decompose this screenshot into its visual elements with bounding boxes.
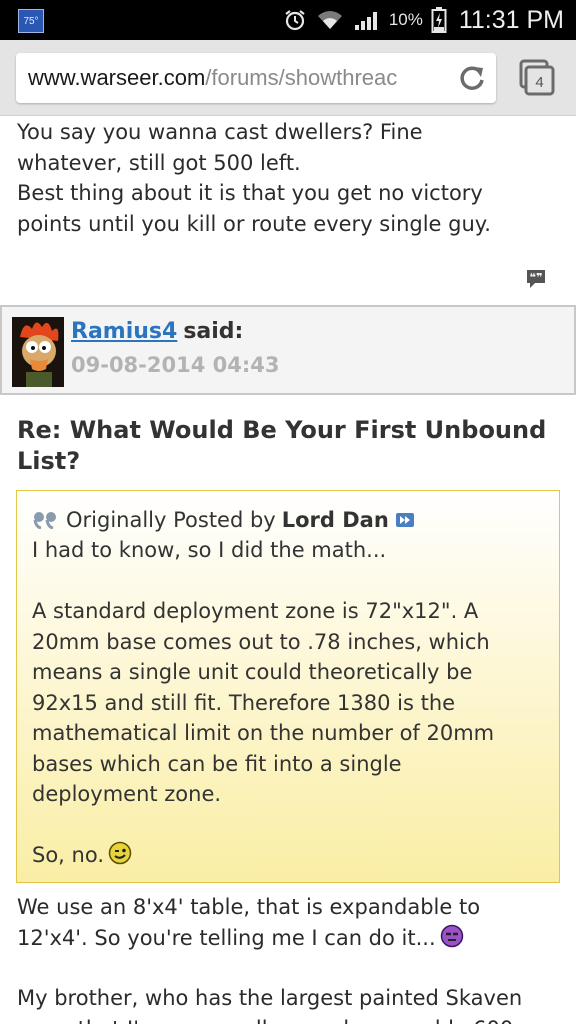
quote-line: [32, 566, 542, 597]
quote-reply-icon[interactable]: ❝❞: [524, 267, 548, 291]
page-content: You say you wanna cast dwellers? Fine wh…: [0, 117, 576, 1024]
url-text[interactable]: www.warseer.com/forums/showthreac: [28, 65, 448, 91]
quote-author: Lord Dan: [281, 508, 389, 532]
wink-smiley-icon: [108, 841, 132, 874]
quote-line: bases which can be fit into a single: [32, 751, 402, 776]
text-line: army that I've personally seen has rough…: [17, 1014, 562, 1024]
purple-smiley-icon: [440, 924, 464, 957]
quote-line: mathematical limit on the number of 20mm: [32, 721, 495, 745]
battery-percent: 10%: [388, 10, 423, 29]
quote-line: I had to know, so I did the math...: [32, 538, 387, 562]
weather-badge: 75°: [18, 9, 44, 33]
text-line: Best thing about it is that you get no v…: [17, 181, 483, 205]
quote-line: means a single unit could theoretically …: [32, 660, 473, 684]
address-bar[interactable]: www.warseer.com/forums/showthreac: [16, 53, 496, 103]
text-line: 12'x4'. So you're telling me I can do it…: [17, 923, 562, 957]
quote-line: deployment zone.: [32, 782, 222, 806]
post-date: 09-08-2014 04:43: [71, 353, 280, 377]
tab-count: 4: [535, 74, 543, 91]
text-line-content: 12'x4'. So you're telling me I can do it…: [17, 925, 436, 950]
quote-line: So, no.: [32, 843, 104, 867]
quote-last-line: So, no.: [32, 840, 542, 874]
quote-marks-icon: [32, 511, 58, 529]
tabs-button[interactable]: 4: [518, 58, 556, 96]
text-line: points until you kill or route every sin…: [17, 211, 491, 236]
browser-toolbar: www.warseer.com/forums/showthreac 4: [0, 40, 576, 116]
signal-icon: [353, 8, 381, 32]
quote-line: [32, 810, 542, 841]
avatar[interactable]: [12, 317, 64, 387]
view-post-icon[interactable]: [395, 512, 415, 528]
status-bar: 75° 10% 11:31 PM: [0, 0, 576, 40]
quote-header: Originally Posted by Lord Dan: [32, 505, 542, 535]
previous-post-text: You say you wanna cast dwellers? Fine wh…: [17, 117, 562, 239]
reply-text: We use an 8'x4' table, that is expandabl…: [17, 892, 562, 956]
text-line: You say you wanna cast dwellers? Fine: [17, 120, 423, 144]
clock: 11:31 PM: [458, 5, 564, 34]
title-line: List?: [17, 447, 81, 475]
title-line: Re: What Would Be Your First Unbound: [17, 416, 547, 444]
battery-charging-icon: [431, 6, 447, 34]
quote-prefix: Originally Posted by: [66, 508, 276, 532]
url-domain: www.warseer.com: [28, 65, 206, 90]
alarm-icon: [283, 8, 307, 32]
quote-line: A standard deployment zone is 72"x12". A: [32, 599, 479, 623]
reload-icon[interactable]: [456, 62, 488, 94]
quote-line: 92x15 and still fit. Therefore 1380 is t…: [32, 690, 456, 715]
url-path: /forums/showthreac: [205, 65, 398, 90]
text-line: My brother, who has the largest painted …: [17, 986, 523, 1010]
next-paragraph: My brother, who has the largest painted …: [17, 983, 562, 1024]
quote-line: 20mm base comes out to .78 inches, which: [32, 629, 490, 654]
author-link[interactable]: Ramius4: [71, 319, 177, 344]
said-label: said:: [183, 319, 244, 344]
quote-block: Originally Posted by Lord Dan I had to k…: [16, 490, 560, 883]
post-title: Re: What Would Be Your First Unbound Lis…: [17, 415, 562, 477]
wifi-icon: [315, 8, 345, 32]
text-line: We use an 8'x4' table, that is expandabl…: [17, 895, 481, 919]
post-author: Ramius4 said:: [71, 319, 243, 344]
status-icons: 10% 11:31 PM: [283, 0, 564, 40]
post-header: Ramius4 said: 09-08-2014 04:43: [0, 305, 576, 395]
text-line: whatever, still got 500 left.: [17, 150, 301, 175]
svg-text:❝❞: ❝❞: [530, 271, 543, 284]
